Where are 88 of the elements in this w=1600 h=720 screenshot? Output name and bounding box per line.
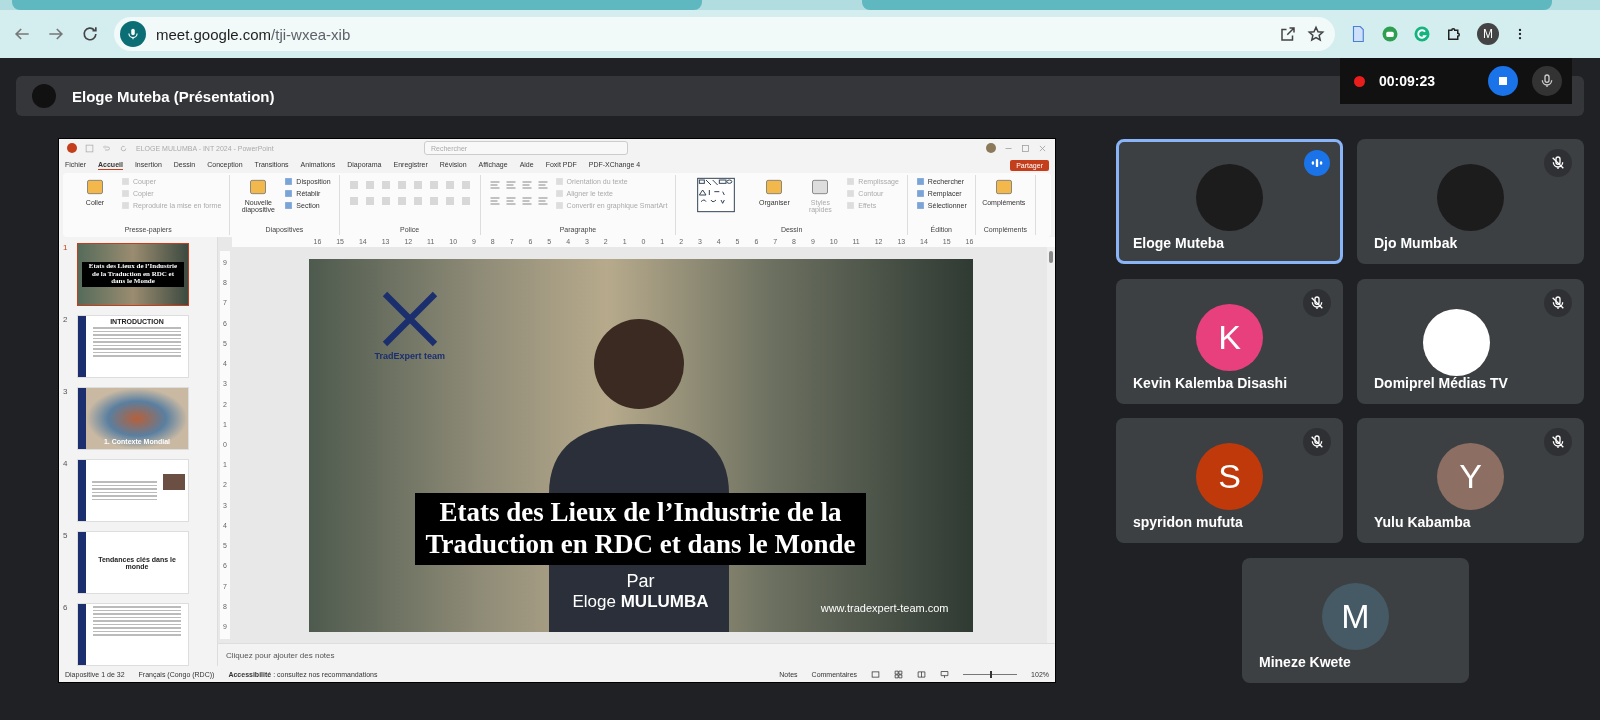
format-tool-icon[interactable]	[395, 179, 408, 191]
ribbon-tool-icon	[764, 177, 785, 197]
stop-recording-button[interactable]	[1488, 66, 1518, 96]
presenter-avatar	[32, 84, 56, 108]
avatar-initial: S	[1196, 443, 1263, 510]
save-icon[interactable]	[85, 143, 94, 153]
slide-title: Etats des Lieux de l’Industrie de la Traduction en RDC et dans le Monde	[415, 492, 866, 565]
participant-name: Yulu Kabamba	[1374, 514, 1471, 530]
participant-name: spyridon mufuta	[1133, 514, 1243, 530]
presenter-view-icon[interactable]	[940, 669, 950, 679]
avatar-initial: Y	[1437, 443, 1504, 510]
format-tool-icon[interactable]	[411, 179, 424, 191]
url-text: meet.google.com/tji-wxea-xib	[156, 25, 352, 43]
avatar-initial: M	[1322, 582, 1389, 650]
grid-view-icon[interactable]	[894, 669, 904, 679]
avatar-initial: K	[1196, 303, 1263, 371]
slide-number: 4	[63, 459, 69, 470]
star-icon[interactable]	[1307, 25, 1325, 43]
format-tool-icon[interactable]	[427, 179, 440, 191]
slide-subtitle: Par	[626, 570, 655, 592]
puzzle-icon[interactable]	[1445, 25, 1463, 43]
format-tool-icon[interactable]	[427, 195, 440, 207]
maximize-icon[interactable]	[1021, 143, 1030, 153]
format-tool-icon[interactable]	[379, 179, 392, 191]
slide-thumbnail[interactable]	[77, 603, 189, 666]
paragraph-tool-icon[interactable]	[504, 179, 517, 191]
paragraph-tool-icon[interactable]	[488, 179, 501, 191]
participant-name: Mineze Kwete	[1259, 653, 1351, 670]
microphone-icon[interactable]	[120, 21, 146, 47]
profile-avatar[interactable]: M	[1477, 23, 1499, 45]
browser-tab[interactable]	[862, 0, 1552, 10]
format-tool-icon[interactable]	[443, 195, 456, 207]
paragraph-tool-icon[interactable]	[536, 179, 549, 191]
reading-view-icon[interactable]	[917, 669, 927, 679]
browser-tab[interactable]	[12, 0, 702, 10]
scrollbar-thumb[interactable]	[1049, 251, 1053, 263]
format-tool-icon[interactable]	[363, 195, 376, 207]
reload-icon[interactable]	[80, 24, 100, 44]
format-tool-icon[interactable]	[379, 195, 392, 207]
format-tool-icon[interactable]	[347, 195, 360, 207]
slide-number: 2	[63, 315, 69, 326]
recording-dot-icon	[1354, 75, 1365, 87]
paragraph-tool-icon[interactable]	[520, 179, 533, 191]
microphone-button[interactable]	[1532, 66, 1562, 96]
presenter-title: Eloge Muteba (Présentation)	[72, 87, 275, 105]
format-tool-icon[interactable]	[395, 195, 408, 207]
author-name: Eloge MULUMBA	[572, 591, 709, 612]
image-placeholder	[163, 474, 185, 490]
grammar-extension-icon[interactable]	[1413, 25, 1431, 43]
paragraph-tool-icon[interactable]	[488, 195, 501, 207]
robot-extension-icon[interactable]	[1381, 25, 1399, 43]
participant-name: Domiprel Médias TV	[1374, 374, 1508, 391]
recording-timer: 00:09:23	[1379, 73, 1437, 89]
user-avatar[interactable]	[986, 143, 996, 153]
participant-name: Eloge Muteba	[1133, 235, 1224, 251]
app-logo-icon	[67, 143, 77, 153]
logo-text: TradExpert team	[374, 350, 446, 361]
participant-name: Djo Mumbak	[1374, 235, 1458, 251]
format-tool-icon[interactable]	[347, 179, 360, 191]
ribbon-tool-icon	[993, 177, 1014, 197]
address-bar[interactable]: meet.google.com/tji-wxea-xib	[114, 17, 1335, 51]
format-tool-icon[interactable]	[411, 195, 424, 207]
format-tool-icon[interactable]	[459, 179, 472, 191]
slide-number: 1	[63, 243, 69, 254]
format-tool-icon[interactable]	[363, 179, 376, 191]
normal-view-icon[interactable]	[871, 669, 881, 679]
website-text: www.tradexpert-team.com	[820, 601, 949, 614]
participant-name: Kevin Kalemba Disashi	[1133, 374, 1288, 391]
ribbon-tool-icon	[248, 177, 269, 197]
slide-number: 3	[63, 387, 69, 398]
notes-field[interactable]: Cliquez pour ajouter des notes	[218, 643, 1055, 666]
ribbon-tool-icon	[810, 177, 831, 197]
format-tool-icon[interactable]	[443, 179, 456, 191]
redo-icon[interactable]	[119, 143, 128, 153]
format-tool-icon[interactable]	[459, 195, 472, 207]
open-external-icon[interactable]	[1279, 25, 1297, 43]
stop-icon	[1497, 75, 1509, 87]
ribbon-tool-icon	[85, 177, 105, 197]
undo-icon[interactable]	[102, 143, 111, 153]
paragraph-tool-icon[interactable]	[536, 195, 549, 207]
microphone-icon	[1539, 73, 1555, 89]
slide-number: 6	[63, 603, 69, 614]
paragraph-tool-icon[interactable]	[520, 195, 533, 207]
slide-number: 5	[63, 531, 69, 542]
paragraph-tool-icon[interactable]	[504, 195, 517, 207]
close-icon[interactable]	[1038, 143, 1047, 153]
zoom-slider-thumb[interactable]	[990, 670, 993, 678]
slide-thumbnail[interactable]	[77, 459, 189, 522]
